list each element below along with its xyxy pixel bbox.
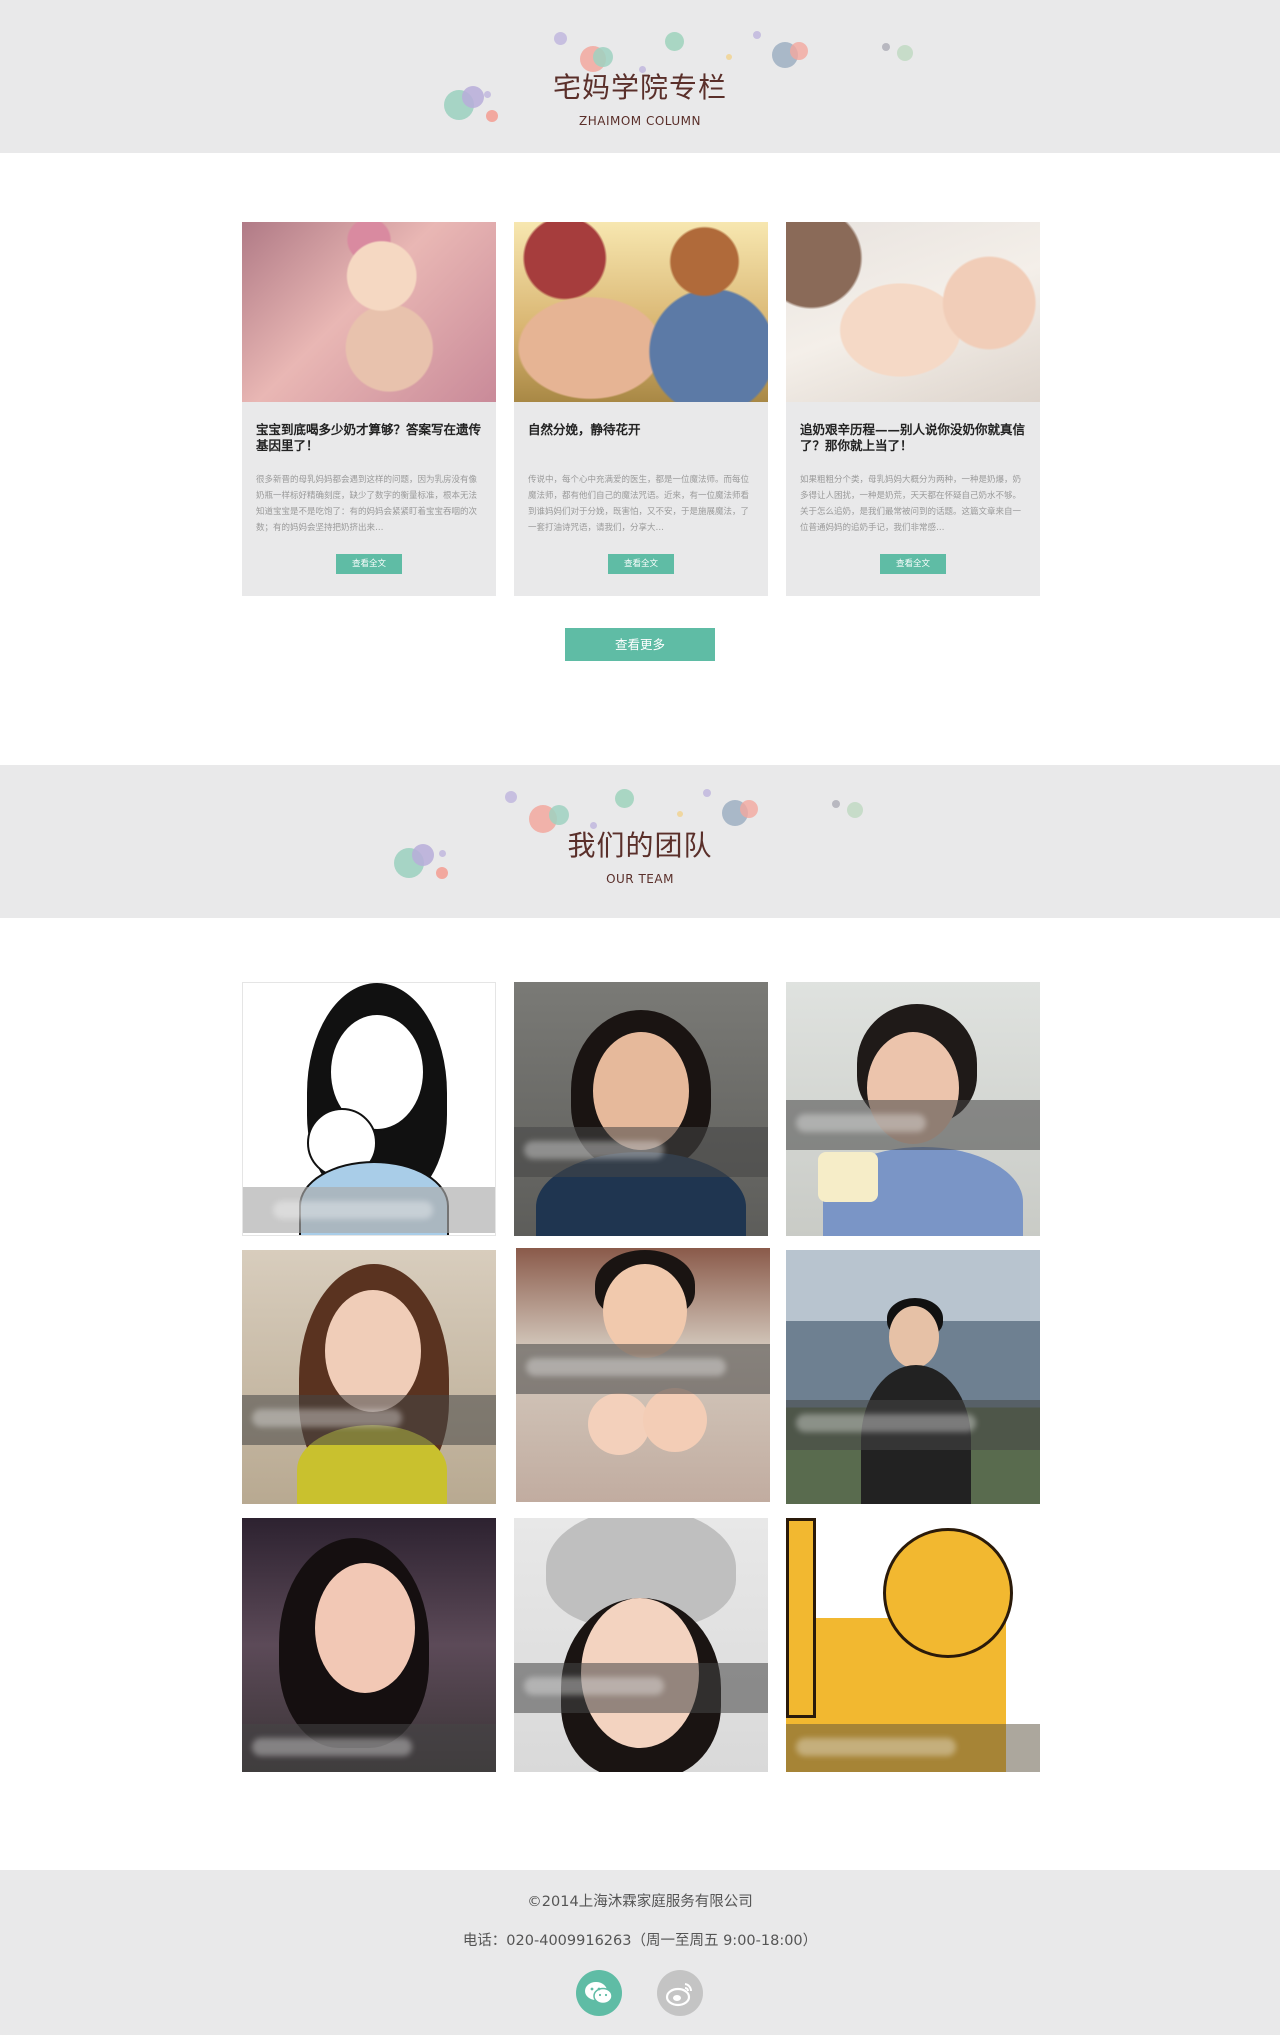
decor-dot [505, 791, 517, 803]
decor-dot [593, 47, 613, 67]
decor-dot [790, 42, 808, 60]
article-list: 宝宝到底喝多少奶才算够？答案写在遗传基因里了！ 很多新晋的母乳妈妈都会遇到这样的… [242, 222, 1040, 596]
contact-phone: 电话：020-4009916263（周一至周五 9:00-18:00） [462, 1933, 818, 1949]
article-image[interactable] [242, 222, 496, 402]
column-subtitle: ZHAIMOM COLUMN [579, 114, 701, 128]
column-heading: 宅妈学院专栏 ZHAIMOM COLUMN [0, 66, 1280, 128]
article-excerpt: 很多新晋的母乳妈妈都会遇到这样的问题，因为乳房没有像奶瓶一样标好精确刻度，缺少了… [256, 475, 478, 533]
avatar-face [889, 1306, 939, 1368]
team-member-card[interactable] [242, 1518, 496, 1772]
cake-prop [818, 1152, 878, 1202]
team-member-card[interactable] [514, 1518, 768, 1772]
decor-dot [677, 811, 683, 817]
team-heading: 我们的团队 OUR TEAM [0, 824, 1280, 886]
article-card[interactable]: 宝宝到底喝多少奶才算够？答案写在遗传基因里了！ 很多新晋的母乳妈妈都会遇到这样的… [242, 222, 496, 596]
column-title: 宅妈学院专栏 [552, 71, 727, 104]
team-member-card[interactable] [242, 982, 496, 1236]
team-banner: 我们的团队 OUR TEAM [0, 765, 1280, 918]
team-member-card[interactable] [786, 1518, 1040, 1772]
column-banner: 宅妈学院专栏 ZHAIMOM COLUMN [0, 0, 1280, 153]
member-name-bar [514, 1127, 768, 1177]
team-subtitle: OUR TEAM [606, 872, 674, 886]
team-member-card[interactable] [242, 1250, 496, 1504]
read-full-button[interactable]: 查看全文 [880, 554, 946, 574]
decor-dot [832, 800, 840, 808]
decor-dot [740, 800, 758, 818]
avatar-face [315, 1563, 415, 1693]
article-card[interactable]: 自然分娩，静待花开 传说中，每个心中充满爱的医生，都是一位魔法师。而每位魔法师，… [514, 222, 768, 596]
baby-face [643, 1388, 707, 1452]
decor-dot [554, 32, 567, 45]
member-name-bar [242, 1395, 496, 1445]
team-grid [242, 982, 1040, 1772]
member-name-bar [516, 1344, 770, 1394]
member-name-bar [786, 1400, 1040, 1450]
cartoon-monitor [786, 1518, 816, 1718]
member-name-bar [242, 1724, 496, 1772]
article-excerpt: 如果粗粗分个类，母乳妈妈大概分为两种，一种是奶爆，奶多得让人困扰，一种是奶荒，天… [800, 475, 1022, 533]
member-name-bar [514, 1663, 768, 1713]
cartoon-monkey-head [883, 1528, 1013, 1658]
decor-dot [665, 32, 684, 51]
team-member-card[interactable] [786, 982, 1040, 1236]
baby-face [588, 1393, 650, 1455]
decor-dot [615, 789, 634, 808]
article-image[interactable] [514, 222, 768, 402]
decor-dot [897, 45, 913, 61]
decor-dot [847, 802, 863, 818]
wechat-icon[interactable] [576, 1970, 622, 2016]
decor-dot [753, 31, 761, 39]
member-name-bar [786, 1100, 1040, 1150]
read-full-button[interactable]: 查看全文 [608, 554, 674, 574]
article-card[interactable]: 追奶艰辛历程——别人说你没奶你就真信了？那你就上当了！ 如果粗粗分个类，母乳妈妈… [786, 222, 1040, 596]
article-image[interactable] [786, 222, 1040, 402]
team-member-card[interactable] [786, 1250, 1040, 1504]
decor-dot [882, 43, 890, 51]
view-more-button[interactable]: 查看更多 [565, 628, 715, 661]
member-name-bar [786, 1724, 1040, 1772]
footer: ©2014上海沐霖家庭服务有限公司 电话：020-4009916263（周一至周… [0, 1870, 1280, 2035]
decor-dot [703, 789, 711, 797]
team-member-card[interactable] [514, 982, 768, 1236]
decor-dot [549, 805, 569, 825]
article-title[interactable]: 自然分娩，静待花开 [528, 422, 758, 438]
article-excerpt: 传说中，每个心中充满爱的医生，都是一位魔法师。而每位魔法师，都有他们自己的魔法咒… [528, 475, 750, 533]
member-name-bar [243, 1187, 495, 1233]
avatar-face [325, 1290, 421, 1412]
copyright-text: ©2014上海沐霖家庭服务有限公司 [527, 1894, 753, 1910]
team-title: 我们的团队 [567, 829, 713, 862]
read-full-button[interactable]: 查看全文 [336, 554, 402, 574]
team-member-card[interactable] [516, 1248, 770, 1502]
decor-dot [726, 54, 732, 60]
weibo-icon[interactable] [657, 1970, 703, 2016]
article-title[interactable]: 追奶艰辛历程——别人说你没奶你就真信了？那你就上当了！ [800, 422, 1030, 454]
article-title[interactable]: 宝宝到底喝多少奶才算够？答案写在遗传基因里了！ [256, 422, 486, 454]
